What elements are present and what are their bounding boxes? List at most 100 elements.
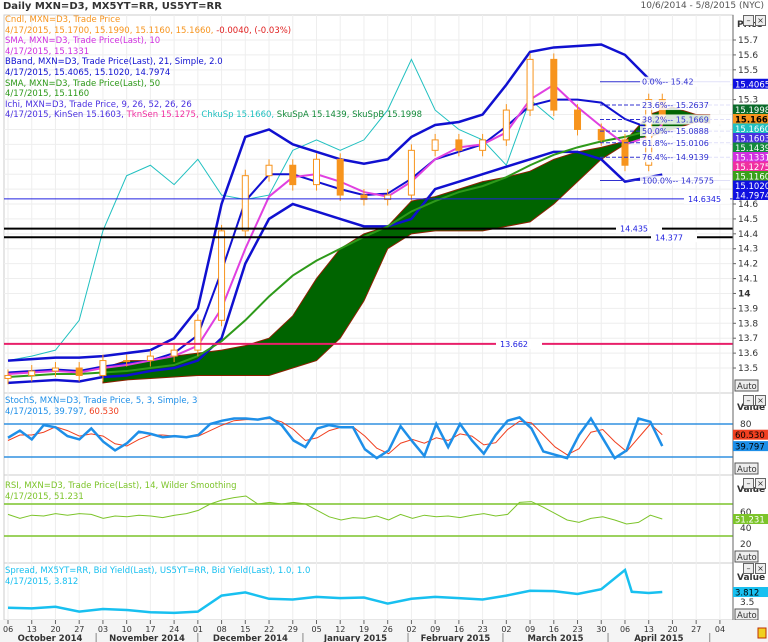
legend-sma50: SMA, MXN=D3, Trade Price(Last), 50: [5, 78, 161, 89]
date-tick-label: 05: [311, 625, 321, 634]
fib-label: 76.4%-- 14.9139: [642, 153, 709, 162]
rsi-tick-label: 20: [740, 540, 752, 550]
close-rsi-button[interactable]: ×: [755, 478, 766, 489]
price-tick-label: 14.4: [738, 230, 758, 240]
fib-label: 0.0%-- 15.42: [642, 78, 694, 87]
legend-bband: BBand, MXN=D3, Trade Price(Last), 21, Si…: [5, 57, 223, 68]
price-tick-label: 14.1: [738, 275, 758, 285]
date-tick-label: 08: [217, 625, 227, 634]
date-tick-label: 04: [715, 625, 725, 634]
stoch-legend: StochS, MXN=D3, Trade Price, 5, 3, Simpl…: [5, 396, 197, 417]
price-tick-label: 15.3: [738, 96, 758, 106]
price-tick-label: 13.5: [738, 364, 758, 374]
date-tick-label: 17: [145, 625, 155, 634]
candle: [28, 370, 36, 376]
hline-label: 14.435: [620, 225, 648, 234]
last-value-label: 14.7974: [735, 192, 768, 202]
candle: [146, 355, 154, 362]
candle: [170, 349, 178, 357]
candle: [312, 158, 320, 186]
candle: [550, 58, 558, 111]
date-tick-label: 27: [691, 625, 701, 634]
price-tick-label: 14.2: [738, 260, 758, 270]
close-spread-button[interactable]: ×: [755, 563, 766, 574]
month-label: November 2014: [109, 634, 185, 642]
spread-tick-label: 3.5: [740, 598, 754, 608]
legend-rsi: RSI, MXN=D3, Trade Price(Last), 14, Wild…: [5, 481, 237, 491]
candle: [431, 139, 439, 151]
date-tick-label: 26: [383, 625, 393, 634]
price-tick-label: 13.8: [738, 319, 758, 329]
legend-ichi-values: 4/17/2015, KinSen 15.1603, TknSen 15.127…: [5, 110, 422, 121]
candle: [479, 139, 487, 151]
ichi-chikou: ChkuSp 15.1660,: [201, 110, 275, 121]
fib-label: 50.0%-- 15.0888: [642, 127, 709, 136]
price-tick-label: 14.3: [738, 245, 758, 255]
spread-legend: Spread, MX5YT=RR, Bid Yield(Last), US5YT…: [5, 566, 310, 587]
minimize-spread-button[interactable]: –: [743, 563, 754, 574]
hline-label: 13.662: [500, 340, 528, 349]
legend-cndl-values: 4/17/2015, 15.1700, 15.1990, 15.1160, 15…: [5, 26, 422, 37]
spread-auto-label: Auto: [737, 611, 757, 621]
candle: [336, 158, 344, 196]
ichi-kinsen: 4/17/2015, KinSen 15.1603,: [5, 110, 124, 121]
legend-sma50-values: 4/17/2015, 15.1160: [5, 89, 90, 100]
candle: [502, 109, 510, 141]
candle: [289, 164, 297, 186]
month-label: January 2015: [323, 634, 387, 642]
date-tick-label: 24: [169, 625, 179, 634]
minimize-rsi-button[interactable]: –: [743, 478, 754, 489]
spread-value-box-label: 3.812: [735, 589, 759, 599]
rsi-legend: RSI, MXN=D3, Trade Price(Last), 14, Wild…: [5, 481, 237, 502]
date-tick-label: 22: [264, 625, 274, 634]
ichi-tenkan: TknSen 15.1275,: [126, 110, 199, 121]
fib-label: 23.6%-- 15.2637: [642, 101, 709, 110]
month-label: March 2015: [527, 634, 583, 642]
cndl-values: 4/17/2015, 15.1700, 15.1990, 15.1160, 15…: [5, 25, 214, 36]
candle: [51, 367, 59, 372]
date-tick-label: 09: [525, 625, 535, 634]
date-tick-label: 09: [430, 625, 440, 634]
candle: [99, 360, 107, 376]
legend-spread: Spread, MX5YT=RR, Bid Yield(Last), US5YT…: [5, 566, 311, 576]
scroll-hand-icon[interactable]: [757, 627, 767, 639]
price-tick-label: 15.6: [738, 51, 758, 61]
date-tick-label: 23: [478, 625, 488, 634]
date-tick-label: 20: [50, 625, 60, 634]
candle: [455, 139, 463, 151]
ichi-senkou: SkuSpA 15.1439, SkuSpB 15.1998: [276, 110, 423, 121]
minimize-panel-button[interactable]: –: [743, 15, 754, 26]
close-stoch-button[interactable]: ×: [755, 395, 766, 406]
date-tick-label: 30: [596, 625, 606, 634]
price-tick-label: 14.5: [738, 215, 758, 225]
candle: [407, 149, 415, 196]
hline-label: 14.6345: [688, 195, 721, 204]
close-panel-button[interactable]: ×: [755, 15, 766, 26]
rsi-auto-label: Auto: [737, 553, 757, 563]
legend-spread-values: 4/17/2015, 3.812: [5, 576, 79, 587]
legend-ichi: Ichi, MXN=D3, Trade Price, 9, 26, 52, 26…: [5, 99, 192, 110]
stoch-tick-label: 80: [740, 420, 752, 430]
candle: [241, 175, 249, 232]
candle: [621, 139, 629, 166]
candle: [526, 58, 534, 111]
stoch-d-box-label: 60.530: [735, 431, 765, 441]
price-tick-label: 13.7: [738, 334, 758, 344]
date-tick-label: 27: [74, 625, 84, 634]
month-label: February 2015: [421, 634, 491, 642]
candle: [123, 360, 131, 363]
candle: [194, 319, 202, 351]
legend-sma10-values: 4/17/2015, 15.1331: [5, 46, 90, 57]
minimize-stoch-button[interactable]: –: [743, 395, 754, 406]
price-tick-label: 13.9: [738, 304, 758, 314]
date-tick-label: 06: [3, 625, 13, 634]
legend-rsi-values: 4/17/2015, 51.231: [5, 491, 84, 502]
fib-label: 38.2%-- 15.1669: [642, 115, 709, 124]
date-tick-label: 23: [573, 625, 583, 634]
candle: [75, 367, 83, 376]
date-tick-label: 12: [335, 625, 345, 634]
date-tick-label: 02: [406, 625, 416, 634]
month-label: December 2014: [213, 634, 288, 642]
last-value-label: 15.4065: [735, 80, 768, 90]
legend-stoch: StochS, MXN=D3, Trade Price, 5, 3, Simpl…: [5, 396, 198, 406]
